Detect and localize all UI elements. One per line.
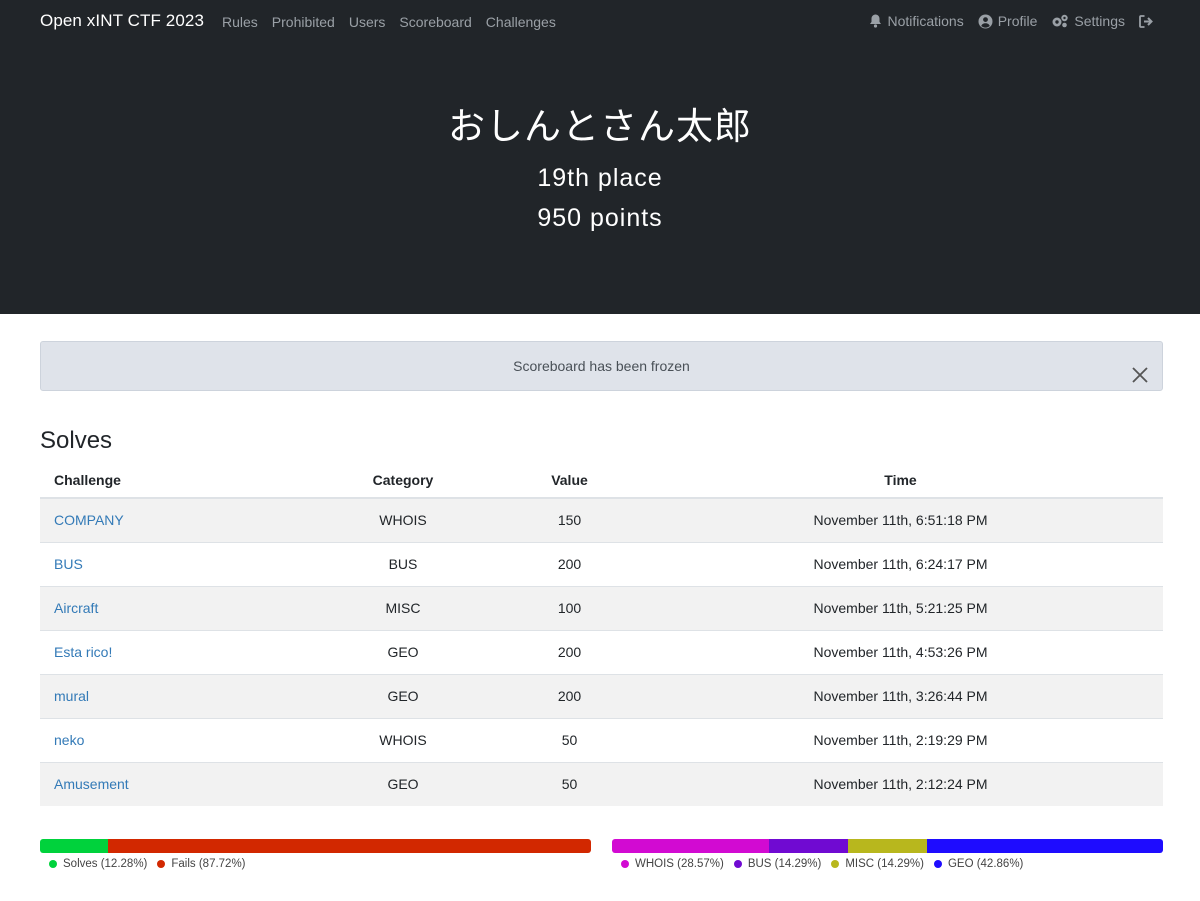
logout-button[interactable] bbox=[1139, 14, 1154, 28]
category-cell: GEO bbox=[305, 673, 501, 718]
category-cell: WHOIS bbox=[305, 717, 501, 762]
bar-segment-solves bbox=[40, 839, 108, 853]
legend-item-bus: BUS (14.29%) bbox=[733, 858, 822, 870]
table-row: neko WHOIS 50 November 11th, 2:19:29 PM bbox=[40, 717, 1163, 762]
bell-icon bbox=[870, 14, 882, 28]
nav-notifications[interactable]: Notifications bbox=[869, 13, 964, 29]
time-cell: November 11th, 3:26:44 PM bbox=[638, 673, 1163, 718]
legend-item-solves: Solves (12.28%) bbox=[49, 858, 147, 870]
legend-dot bbox=[831, 860, 840, 868]
scoreboard-frozen-alert: Scoreboard has been frozen bbox=[40, 341, 1163, 391]
legend-label: BUS (14.29%) bbox=[747, 858, 822, 870]
challenge-link[interactable]: Esta rico! bbox=[54, 644, 112, 660]
header-challenge: Challenge bbox=[40, 463, 305, 499]
nav-rules[interactable]: Rules bbox=[222, 14, 258, 30]
alert-close-button[interactable] bbox=[1130, 356, 1150, 383]
challenge-link[interactable]: mural bbox=[54, 688, 89, 704]
legend-dot bbox=[157, 860, 166, 868]
sign-out-icon bbox=[1139, 14, 1153, 28]
solves-fails-legend: Solves (12.28%) Fails (87.72%) bbox=[49, 858, 256, 870]
bar-segment-misc bbox=[848, 839, 927, 853]
legend-item-fails: Fails (87.72%) bbox=[157, 858, 246, 870]
user-place: 19th place bbox=[537, 164, 663, 192]
time-cell: November 11th, 2:19:29 PM bbox=[638, 717, 1163, 762]
category-cell: GEO bbox=[305, 761, 501, 806]
bar-segment-whois bbox=[612, 839, 770, 853]
nav-settings[interactable]: Settings bbox=[1051, 13, 1125, 29]
user-circle-icon bbox=[978, 14, 993, 28]
brand-link[interactable]: Open xINT CTF 2023 bbox=[40, 11, 204, 31]
user-points: 950 points bbox=[537, 204, 663, 232]
nav-users[interactable]: Users bbox=[349, 14, 386, 30]
legend-label: WHOIS (28.57%) bbox=[635, 858, 724, 870]
value-cell: 50 bbox=[501, 717, 638, 762]
time-cell: November 11th, 6:24:17 PM bbox=[638, 541, 1163, 586]
gears-icon bbox=[1052, 14, 1069, 28]
category-cell: BUS bbox=[305, 541, 501, 586]
table-row: Esta rico! GEO 200 November 11th, 4:53:2… bbox=[40, 629, 1163, 674]
top-navbar: Open xINT CTF 2023 Rules Prohibited User… bbox=[0, 0, 1200, 44]
time-cell: November 11th, 4:53:26 PM bbox=[638, 629, 1163, 674]
nav-profile[interactable]: Profile bbox=[978, 13, 1038, 29]
legend-dot bbox=[733, 860, 742, 868]
table-row: BUS BUS 200 November 11th, 6:24:17 PM bbox=[40, 541, 1163, 586]
table-row: Amusement GEO 50 November 11th, 2:12:24 … bbox=[40, 761, 1163, 806]
bar-segment-fails bbox=[107, 839, 591, 853]
legend-item-misc: MISC (14.29%) bbox=[831, 858, 924, 870]
legend-label: GEO (42.86%) bbox=[947, 858, 1024, 870]
nav-challenges[interactable]: Challenges bbox=[486, 14, 556, 30]
time-cell: November 11th, 2:12:24 PM bbox=[638, 761, 1163, 806]
header-category: Category bbox=[305, 463, 501, 499]
category-breakdown-legend: WHOIS (28.57%) BUS (14.29%) MISC (14.29%) G… bbox=[621, 858, 1033, 870]
legend-label: Solves (12.28%) bbox=[63, 858, 148, 870]
solves-table: Challenge Category Value Time COMPANY WH… bbox=[40, 463, 1163, 806]
challenge-link[interactable]: BUS bbox=[54, 556, 83, 572]
legend-dot bbox=[621, 860, 629, 868]
category-cell: MISC bbox=[305, 585, 501, 630]
time-cell: November 11th, 5:21:25 PM bbox=[638, 585, 1163, 630]
header-value: Value bbox=[501, 463, 638, 499]
challenge-link[interactable]: Amusement bbox=[54, 776, 129, 792]
table-header-row: Challenge Category Value Time bbox=[40, 463, 1163, 499]
value-cell: 200 bbox=[501, 673, 638, 718]
legend-label: MISC (14.29%) bbox=[845, 858, 924, 870]
value-cell: 200 bbox=[501, 629, 638, 674]
solves-fails-bar bbox=[40, 839, 591, 853]
table-row: Aircraft MISC 100 November 11th, 5:21:25… bbox=[40, 585, 1163, 630]
user-name: おしんとさん太郎 bbox=[448, 105, 752, 148]
profile-header: おしんとさん太郎 19th place 950 points bbox=[0, 44, 1200, 314]
main-nav: Rules Prohibited Users Scoreboard Challe… bbox=[222, 14, 570, 30]
legend-label: Fails (87.72%) bbox=[171, 858, 246, 870]
legend-item-whois: WHOIS (28.57%) bbox=[621, 858, 724, 870]
header-time: Time bbox=[638, 463, 1163, 499]
nav-prohibited[interactable]: Prohibited bbox=[272, 14, 335, 30]
challenge-link[interactable]: Aircraft bbox=[54, 600, 98, 616]
nav-profile-label: Profile bbox=[997, 13, 1038, 29]
legend-item-geo: GEO (42.86%) bbox=[933, 858, 1024, 870]
value-cell: 50 bbox=[501, 761, 638, 806]
bar-segment-geo bbox=[926, 839, 1163, 853]
table-row: mural GEO 200 November 11th, 3:26:44 PM bbox=[40, 673, 1163, 718]
nav-scoreboard[interactable]: Scoreboard bbox=[399, 14, 471, 30]
nav-settings-label: Settings bbox=[1074, 13, 1125, 29]
nav-notifications-label: Notifications bbox=[887, 13, 964, 29]
solves-title: Solves bbox=[40, 427, 113, 454]
legend-dot bbox=[49, 860, 57, 868]
user-nav: Notifications Profile Settings bbox=[855, 13, 1154, 29]
legend-dot bbox=[933, 860, 942, 868]
category-cell: GEO bbox=[305, 629, 501, 674]
category-cell: WHOIS bbox=[305, 497, 501, 542]
bar-segment-bus bbox=[769, 839, 849, 853]
category-breakdown-bar bbox=[612, 839, 1163, 853]
value-cell: 200 bbox=[501, 541, 638, 586]
time-cell: November 11th, 6:51:18 PM bbox=[638, 497, 1163, 542]
alert-message: Scoreboard has been frozen bbox=[513, 358, 690, 374]
challenge-link[interactable]: COMPANY bbox=[54, 512, 124, 528]
value-cell: 150 bbox=[501, 497, 638, 542]
close-icon bbox=[1132, 367, 1148, 383]
table-row: COMPANY WHOIS 150 November 11th, 6:51:18… bbox=[40, 497, 1163, 542]
challenge-link[interactable]: neko bbox=[54, 732, 84, 748]
value-cell: 100 bbox=[501, 585, 638, 630]
